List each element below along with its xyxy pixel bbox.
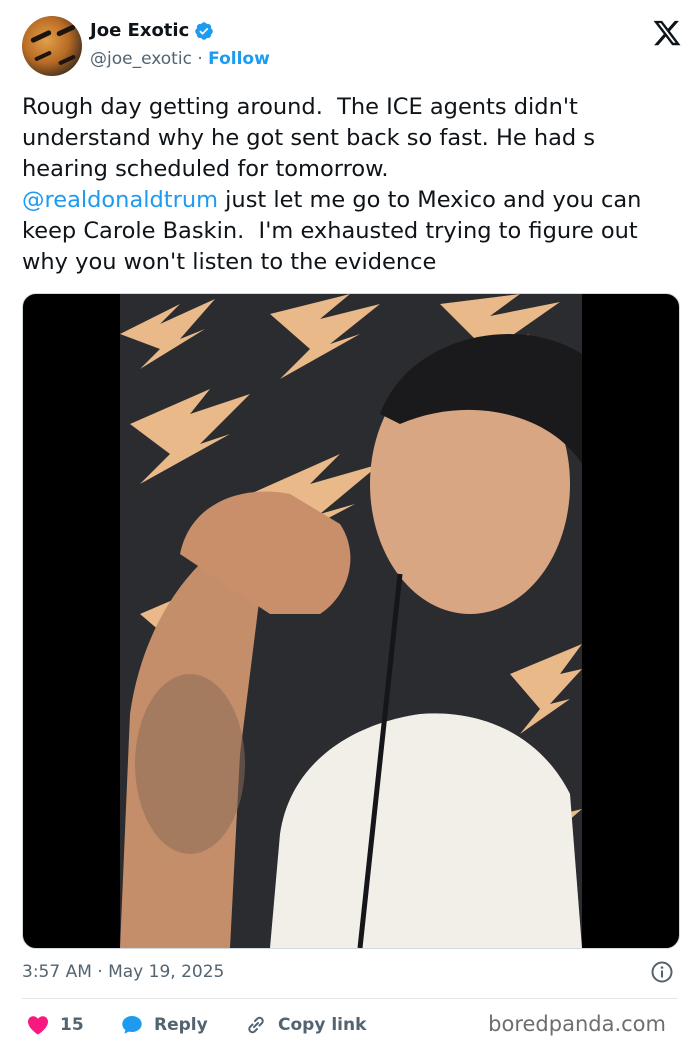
avatar[interactable] <box>22 16 82 76</box>
separator-dot: · <box>197 49 203 69</box>
tweet-header: Joe Exotic @joe_exotic · Follow <box>22 16 682 78</box>
tweet-actions: 15 Reply Copy link boredpanda.com <box>22 1010 682 1040</box>
tweet-text-part1: Rough day getting around. The ICE agents… <box>22 94 603 182</box>
info-icon[interactable] <box>650 960 674 984</box>
author-name[interactable]: Joe Exotic <box>90 20 189 42</box>
like-button[interactable]: 15 <box>26 1010 84 1040</box>
author-handle[interactable]: @joe_exotic <box>90 49 192 69</box>
timestamp[interactable]: 3:57 AM · May 19, 2025 <box>22 962 224 982</box>
tweet-media[interactable] <box>22 293 680 949</box>
mention-link[interactable]: @realdonaldtrum <box>22 187 218 213</box>
author-name-row: Joe Exotic <box>90 20 214 42</box>
verified-icon <box>195 22 214 40</box>
copy-link-label: Copy link <box>278 1015 367 1035</box>
photo-backdrop <box>120 294 582 948</box>
like-count: 15 <box>60 1015 84 1035</box>
copy-link-button[interactable]: Copy link <box>244 1010 366 1040</box>
author-handle-row: @joe_exotic · Follow <box>90 48 270 70</box>
reply-button[interactable]: Reply <box>120 1010 208 1040</box>
reply-bubble-icon <box>122 1016 142 1034</box>
follow-button[interactable]: Follow <box>208 49 270 69</box>
link-icon <box>248 1016 264 1034</box>
tweet-text: Rough day getting around. The ICE agents… <box>22 92 682 278</box>
tweet-meta: 3:57 AM · May 19, 2025 <box>22 960 678 986</box>
x-logo-icon[interactable] <box>652 18 682 48</box>
divider <box>22 998 678 999</box>
boredpanda-watermark: boredpanda.com <box>488 1012 666 1036</box>
reply-label: Reply <box>154 1015 208 1035</box>
heart-icon <box>28 1016 48 1035</box>
tweet-photo[interactable] <box>120 294 582 948</box>
